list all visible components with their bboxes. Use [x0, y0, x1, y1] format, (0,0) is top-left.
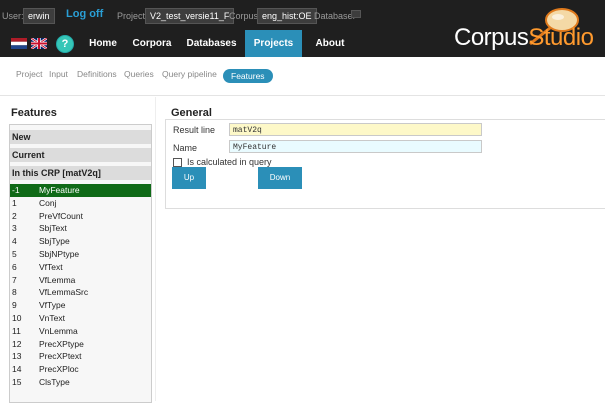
- feature-row[interactable]: 7 VfLemma: [10, 274, 151, 287]
- subnav-definitions[interactable]: Definitions: [77, 69, 117, 79]
- general-title: General: [171, 107, 212, 119]
- feature-number: 13: [12, 351, 22, 362]
- section-current[interactable]: Current: [10, 148, 151, 162]
- feature-row[interactable]: 6 VfText: [10, 261, 151, 274]
- feature-number: 12: [12, 338, 22, 349]
- feature-number: 7: [12, 274, 17, 285]
- calculated-in-query-label: Is calculated in query: [187, 157, 272, 167]
- feature-row[interactable]: 9 VfType: [10, 299, 151, 312]
- up-button[interactable]: Up: [172, 167, 206, 189]
- feature-row[interactable]: 12 PrecXPtype: [10, 338, 151, 351]
- project-value: V2_test_versie11_F: [145, 8, 235, 24]
- project-label: Project:: [117, 11, 148, 21]
- feature-number: 15: [12, 376, 22, 387]
- result-line-label: Result line: [173, 125, 216, 135]
- feature-number: 8: [12, 287, 17, 298]
- subnav-queries[interactable]: Queries: [124, 69, 154, 79]
- nav-projects[interactable]: Projects: [245, 30, 302, 57]
- feature-name: SbjText: [39, 223, 67, 234]
- nav-databases[interactable]: Databases: [178, 30, 245, 57]
- feature-name: VfLemma: [39, 274, 76, 285]
- feature-number: -1: [12, 185, 20, 195]
- subnav-features[interactable]: Features: [223, 69, 273, 83]
- feature-row[interactable]: 13 PrecXPtext: [10, 350, 151, 363]
- feature-number: 14: [12, 364, 22, 375]
- feature-name: PrecXPtext: [39, 351, 82, 362]
- corpus-label: Corpus:: [229, 11, 261, 21]
- user-label: User:: [2, 11, 24, 21]
- result-line-field[interactable]: matV2q: [229, 123, 482, 136]
- feature-name: VfLemmaSrc: [39, 287, 89, 298]
- feature-number: 6: [12, 261, 17, 272]
- feature-number: 3: [12, 223, 17, 234]
- feature-row[interactable]: 5 SbjNPtype: [10, 248, 151, 261]
- feature-name: VnLemma: [39, 325, 78, 336]
- feature-number: 9: [12, 300, 17, 311]
- subnav-project[interactable]: Project: [16, 69, 42, 79]
- name-field[interactable]: MyFeature: [229, 140, 482, 153]
- features-panel: New Current In this CRP [matV2q] -1 MyFea…: [9, 124, 152, 403]
- feature-name: Conj: [39, 197, 57, 208]
- name-label: Name: [173, 143, 198, 153]
- feature-row[interactable]: 8 VfLemmaSrc: [10, 286, 151, 299]
- feature-row[interactable]: 15 ClsType: [10, 376, 151, 389]
- subnav-input[interactable]: Input: [49, 69, 68, 79]
- feature-row[interactable]: -1 MyFeature: [10, 184, 151, 197]
- feature-number: 10: [12, 312, 22, 323]
- feature-number: 1: [12, 197, 17, 208]
- feature-number: 11: [12, 325, 21, 336]
- logo-text: CorpusStudio: [454, 24, 594, 51]
- user-value: erwin: [23, 8, 55, 24]
- nav-home[interactable]: Home: [80, 30, 126, 57]
- feature-name: SbjNPtype: [39, 248, 80, 259]
- feature-row[interactable]: 11 VnLemma: [10, 325, 151, 338]
- dutch-flag-icon[interactable]: [11, 38, 27, 49]
- feature-number: 5: [12, 248, 17, 259]
- nav-corpora[interactable]: Corpora: [126, 30, 178, 57]
- feature-name: ClsType: [39, 376, 70, 387]
- calculated-in-query-checkbox[interactable]: [173, 158, 182, 167]
- feature-row[interactable]: 4 SbjType: [10, 235, 151, 248]
- feature-name: VfType: [39, 300, 66, 311]
- corpus-value: eng_hist:OE: [257, 8, 317, 24]
- feature-row[interactable]: 10 VnText: [10, 312, 151, 325]
- top-header: User: erwin Log off Project: V2_test_ver…: [0, 0, 605, 57]
- features-title: Features: [11, 107, 57, 119]
- down-button[interactable]: Down: [258, 167, 302, 189]
- nav-about[interactable]: About: [302, 30, 358, 57]
- subnav-query-pipeline[interactable]: Query pipeline: [162, 69, 217, 79]
- english-flag-icon[interactable]: [31, 38, 47, 49]
- feature-name: MyFeature: [39, 185, 80, 195]
- section-in-this-crp[interactable]: In this CRP [matV2q]: [10, 166, 151, 180]
- feature-name: VnText: [39, 312, 65, 323]
- database-value: [351, 10, 361, 18]
- feature-row[interactable]: 2 PreVfCount: [10, 210, 151, 223]
- database-label: Database:: [314, 11, 356, 21]
- feature-name: PrecXPloc: [39, 364, 79, 375]
- feature-row[interactable]: 14 PrecXPloc: [10, 363, 151, 376]
- feature-row[interactable]: 3 SbjText: [10, 222, 151, 235]
- feature-name: PrecXPtype: [39, 338, 84, 349]
- feature-name: VfText: [39, 261, 63, 272]
- feature-number: 4: [12, 236, 17, 247]
- panel-divider: [155, 97, 156, 401]
- logoff-link[interactable]: Log off: [66, 8, 103, 20]
- feature-name: SbjType: [39, 236, 70, 247]
- feature-row[interactable]: 1 Conj: [10, 197, 151, 210]
- features-list: -1 MyFeature 1 Conj 2 PreVfCount 3 SbjText 4 SbjT…: [10, 184, 151, 389]
- feature-number: 2: [12, 210, 17, 221]
- help-icon[interactable]: ?: [56, 35, 74, 53]
- sub-navigation: Project Input Definitions Queries Query …: [0, 57, 605, 96]
- feature-name: PreVfCount: [39, 210, 83, 221]
- section-new[interactable]: New: [10, 130, 151, 144]
